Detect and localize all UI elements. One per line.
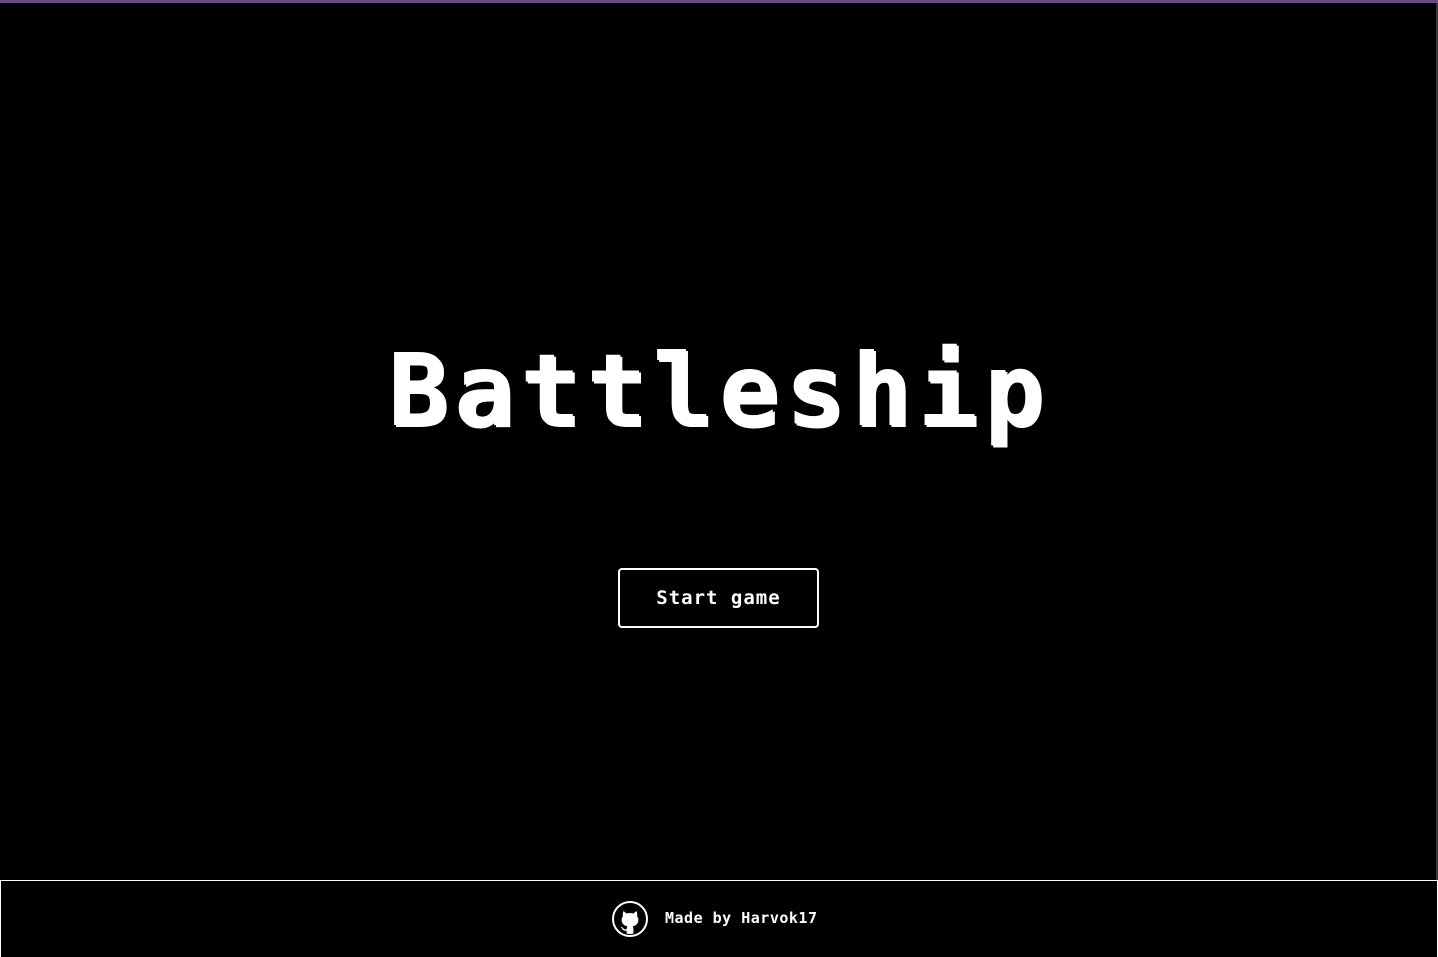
footer: Made by Harvok17 bbox=[0, 880, 1438, 957]
game-title: Battleship bbox=[387, 332, 1051, 449]
github-link[interactable] bbox=[611, 900, 649, 938]
credit-text: Made by Harvok17 bbox=[665, 909, 818, 927]
github-icon bbox=[612, 901, 648, 937]
start-game-button[interactable]: Start game bbox=[618, 568, 819, 628]
main-screen: Battleship Start game bbox=[0, 3, 1438, 880]
